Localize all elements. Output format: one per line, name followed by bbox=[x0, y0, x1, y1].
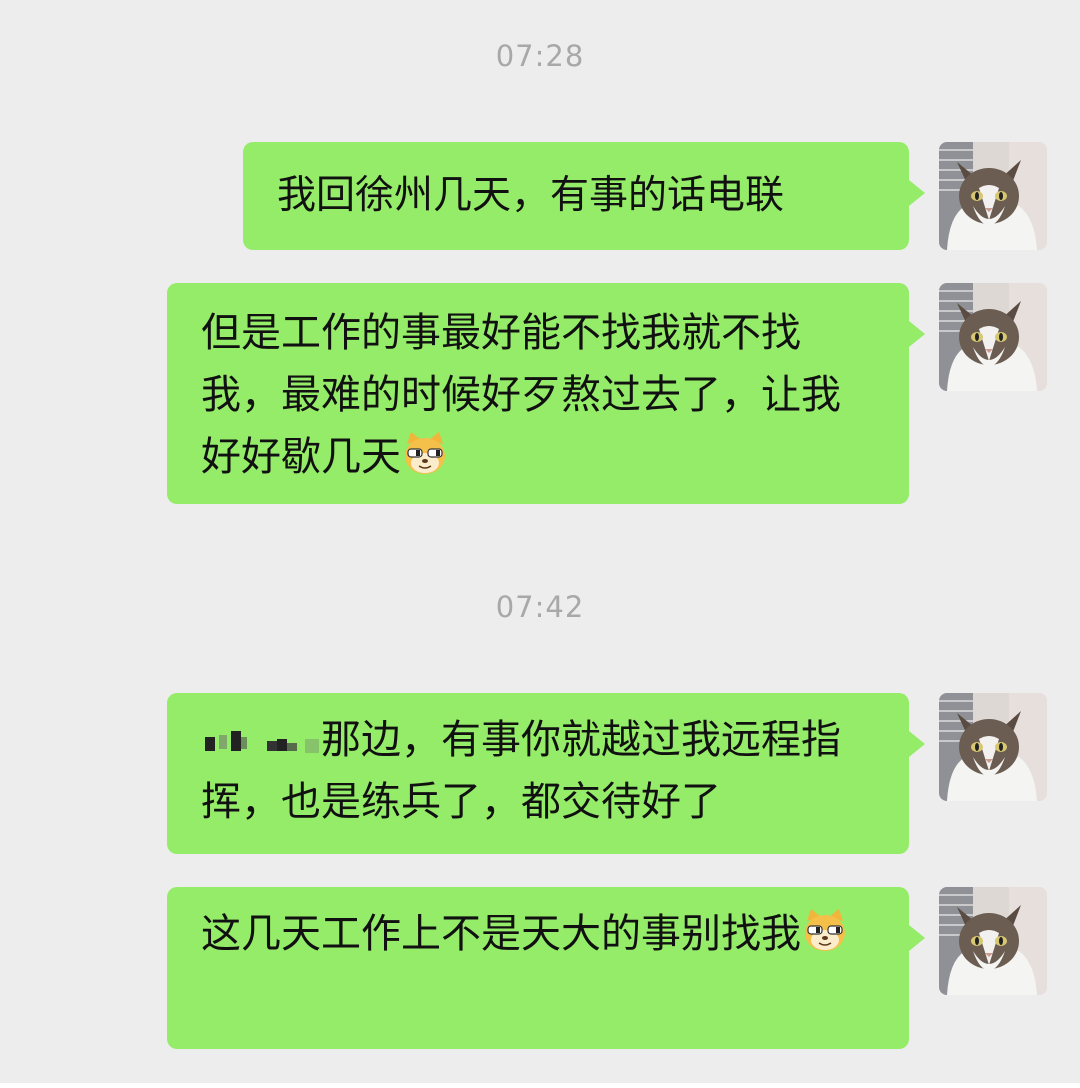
message-text: 但是工作的事最好能不找我就不找我，最难的时候好歹熬过去了，让我好好歇几天 bbox=[201, 310, 841, 480]
cat-avatar[interactable] bbox=[939, 142, 1047, 250]
message-bubble[interactable]: 但是工作的事最好能不找我就不找我，最难的时候好歹熬过去了，让我好好歇几天 bbox=[167, 283, 925, 504]
bottom-bar bbox=[0, 1083, 1080, 1088]
message-bubble[interactable]: 那边，有事你就越过我远程指挥，也是练兵了，都交待好了 bbox=[167, 693, 925, 854]
cat-avatar[interactable] bbox=[939, 693, 1047, 801]
timestamp-0742: 07:42 bbox=[495, 590, 585, 624]
cat-avatar[interactable] bbox=[939, 887, 1047, 995]
doge-emoji bbox=[401, 430, 449, 478]
doge-emoji bbox=[801, 907, 849, 955]
cat-avatar[interactable] bbox=[939, 283, 1047, 391]
message-text: 这几天工作上不是天大的事别找我 bbox=[201, 911, 801, 957]
message-bubble[interactable]: 我回徐州几天，有事的话电联 bbox=[243, 142, 925, 250]
blurred-text bbox=[201, 715, 319, 757]
timestamp-0728: 07:28 bbox=[495, 39, 585, 73]
message-text: 我回徐州几天，有事的话电联 bbox=[277, 173, 785, 218]
message-bubble[interactable]: 这几天工作上不是天大的事别找我 bbox=[167, 887, 925, 1049]
